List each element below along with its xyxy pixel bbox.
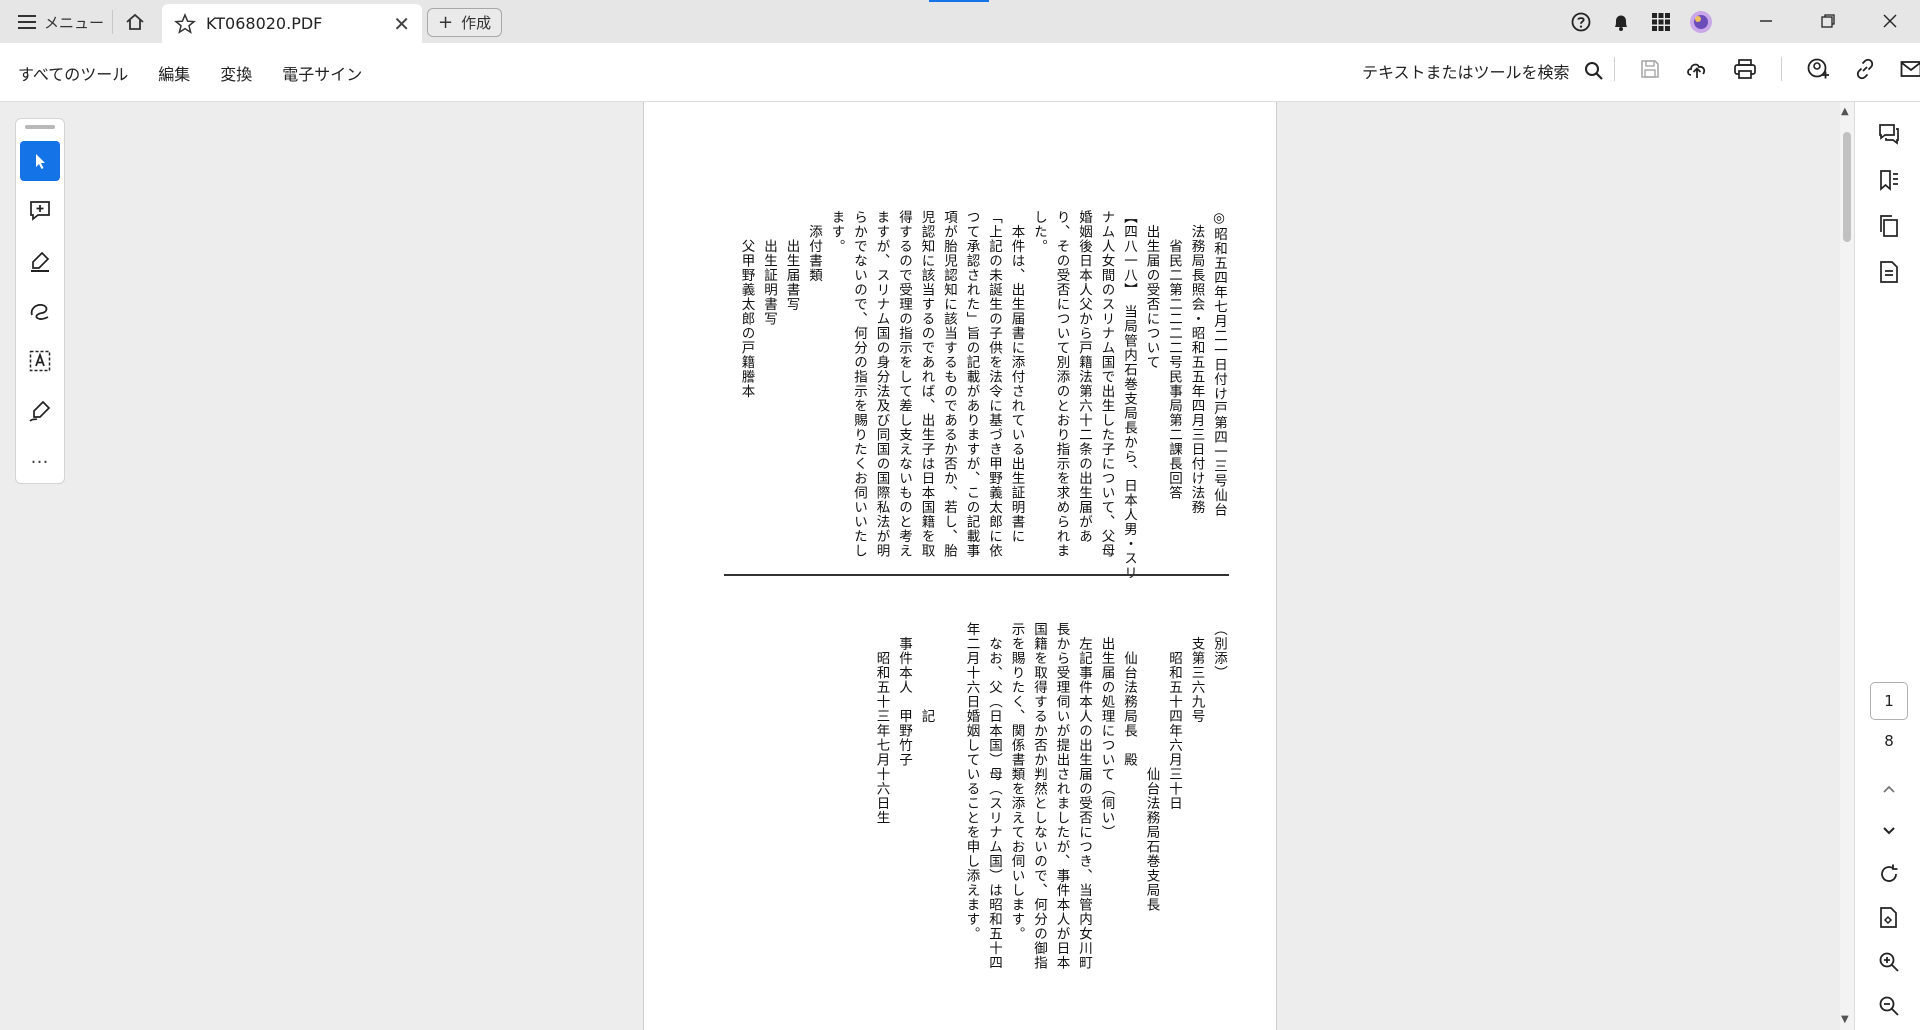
zoom-in-button[interactable] xyxy=(1875,948,1903,976)
close-tab-icon[interactable]: ✕ xyxy=(393,12,410,36)
chevron-down-icon xyxy=(1883,827,1895,835)
tool-text-box[interactable] xyxy=(20,341,60,381)
document-icon xyxy=(1880,261,1898,283)
rotate-button[interactable] xyxy=(1875,860,1903,888)
scroll-thumb[interactable] xyxy=(1843,132,1851,242)
page-display-button[interactable] xyxy=(1875,904,1903,932)
more-icon: … xyxy=(30,446,50,468)
right-panel-rail: 1 8 xyxy=(1854,102,1920,1030)
create-label: 作成 xyxy=(461,14,492,32)
next-page-button[interactable] xyxy=(1875,816,1903,844)
previous-page-button[interactable] xyxy=(1875,776,1903,804)
scroll-up-icon[interactable]: ▲ xyxy=(1841,106,1849,117)
minimize-button[interactable] xyxy=(1746,6,1786,36)
document-divider-line xyxy=(724,574,1229,576)
comments-icon xyxy=(1879,124,1899,145)
draw-freehand-icon xyxy=(30,303,49,320)
page-view-icon xyxy=(1880,907,1897,928)
comments-panel-button[interactable] xyxy=(1875,120,1903,148)
toolbar-actions xyxy=(1614,57,1920,81)
zoom-out-button[interactable] xyxy=(1875,992,1903,1020)
document-lower-text: （別添） 支第三六九号 昭和五十四年六月三十日 仙台法務局石巻支局長 仙台法務局… xyxy=(873,622,1228,970)
bookmark-icon xyxy=(1880,170,1898,191)
bell-icon[interactable] xyxy=(1608,9,1634,35)
menu-button[interactable]: メニュー xyxy=(10,8,112,36)
quick-tools-rail: … xyxy=(15,118,65,484)
tab-title: KT068020.PDF xyxy=(206,14,323,33)
chevron-up-icon xyxy=(1883,785,1895,793)
page-thumbnails-icon xyxy=(1880,215,1898,237)
toolbar-divider xyxy=(1781,57,1782,81)
bookmarks-panel-button[interactable] xyxy=(1875,166,1903,194)
tab-document[interactable]: KT068020.PDF ✕ xyxy=(162,4,422,43)
toolbar-item-all-tools[interactable]: すべてのツール xyxy=(18,61,128,85)
apps-grid-icon[interactable] xyxy=(1648,9,1674,35)
tool-select[interactable] xyxy=(20,141,60,181)
scroll-down-icon[interactable]: ▼ xyxy=(1841,1014,1849,1025)
create-button[interactable]: + 作成 xyxy=(427,8,503,37)
title-divider xyxy=(112,10,113,34)
toolbar-item-convert[interactable]: 変換 xyxy=(220,61,252,85)
top-icon-group xyxy=(1568,8,1714,36)
cloud-upload-icon[interactable] xyxy=(1685,58,1709,80)
highlight-pen-icon xyxy=(31,251,50,272)
share-user-icon[interactable] xyxy=(1806,57,1830,81)
tool-search[interactable]: テキストまたはツールを検索 xyxy=(1362,59,1604,83)
plus-icon: + xyxy=(438,12,454,33)
print-icon[interactable] xyxy=(1733,58,1757,80)
toolbar-divider xyxy=(1614,57,1615,81)
title-bar: メニュー KT068020.PDF ✕ + 作成 xyxy=(0,0,1920,43)
menu-label: メニュー xyxy=(44,13,105,32)
tool-sign[interactable] xyxy=(20,391,60,431)
sign-icon xyxy=(29,400,51,422)
rotate-icon xyxy=(1881,864,1898,882)
home-icon xyxy=(126,13,144,30)
pdf-page[interactable]: ◎昭和五四年七月二一日付け戸第四一三号仙台 法務局長照会・昭和五五年四月三日付け… xyxy=(643,102,1277,1030)
main-toolbar: すべてのツール 編集 変換 電子サイン テキストまたはツールを検索 xyxy=(0,43,1920,102)
rail-drag-handle[interactable] xyxy=(25,125,55,129)
mail-icon[interactable] xyxy=(1900,60,1920,78)
search-icon[interactable] xyxy=(1584,61,1604,81)
more-tools-button[interactable]: … xyxy=(20,437,60,477)
toolbar-item-edit[interactable]: 編集 xyxy=(158,61,190,85)
link-icon[interactable] xyxy=(1854,58,1876,80)
tool-highlight[interactable] xyxy=(20,241,60,281)
document-viewport[interactable]: ◎昭和五四年七月二一日付け戸第四一三号仙台 法務局長照会・昭和五五年四月三日付け… xyxy=(102,102,1842,1030)
zoom-in-icon xyxy=(1879,952,1899,972)
add-comment-icon xyxy=(30,201,50,221)
star-icon[interactable] xyxy=(174,12,196,35)
toolbar-item-e-sign[interactable]: 電子サイン xyxy=(282,61,362,85)
minimize-icon xyxy=(1760,20,1772,22)
text-box-icon xyxy=(29,350,51,372)
vertical-scrollbar[interactable]: ▲ ▼ xyxy=(1840,102,1854,1030)
document-properties-button[interactable] xyxy=(1875,258,1903,286)
tool-draw[interactable] xyxy=(20,291,60,331)
select-arrow-icon xyxy=(36,154,45,169)
title-accent-line xyxy=(929,0,989,2)
zoom-out-icon xyxy=(1879,996,1899,1016)
document-upper-text: ◎昭和五四年七月二一日付け戸第四一三号仙台 法務局長照会・昭和五五年四月三日付け… xyxy=(738,210,1228,581)
close-window-button[interactable] xyxy=(1870,6,1910,36)
search-label: テキストまたはツールを検索 xyxy=(1362,63,1570,82)
total-pages: 8 xyxy=(1884,732,1894,750)
home-button[interactable] xyxy=(118,8,152,36)
toolbar-menu: すべてのツール 編集 変換 電子サイン xyxy=(18,61,362,85)
hamburger-icon xyxy=(18,15,36,29)
save-icon[interactable] xyxy=(1639,58,1661,80)
restore-icon xyxy=(1821,14,1835,28)
close-icon xyxy=(1883,14,1897,28)
maximize-button[interactable] xyxy=(1808,6,1848,36)
pages-panel-button[interactable] xyxy=(1875,212,1903,240)
avatar[interactable] xyxy=(1688,9,1714,35)
current-page-input[interactable]: 1 xyxy=(1870,682,1908,720)
help-icon[interactable] xyxy=(1568,9,1594,35)
tool-add-comment[interactable] xyxy=(20,191,60,231)
